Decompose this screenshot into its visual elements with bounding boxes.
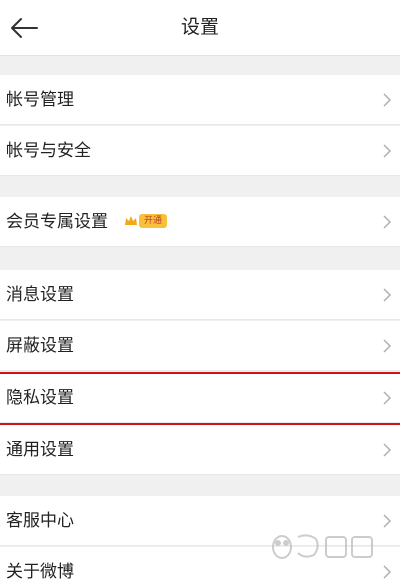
highlight-line-top [0, 372, 400, 374]
chevron-right-icon [383, 144, 392, 158]
message-settings-label: 消息设置 [6, 285, 74, 305]
chevron-right-icon [383, 93, 392, 107]
settings-screen: 设置 帐号管理 帐号与安全 会员专属设置 开通 消息设置 屏蔽设置 隐私设置 通… [0, 0, 400, 582]
about-weibo-label: 关于微博 [6, 562, 74, 582]
block-settings-row[interactable]: 屏蔽设置 [0, 321, 400, 371]
header-bar: 设置 [0, 0, 400, 56]
chevron-right-icon [383, 514, 392, 528]
general-settings-label: 通用设置 [6, 440, 74, 460]
chevron-right-icon [383, 391, 392, 405]
chevron-right-icon [383, 565, 392, 579]
account-security-row[interactable]: 帐号与安全 [0, 126, 400, 176]
vip-settings-row[interactable]: 会员专属设置 开通 [0, 197, 400, 247]
service-center-label: 客服中心 [6, 511, 74, 531]
privacy-settings-label: 隐私设置 [6, 388, 74, 408]
chevron-right-icon [383, 339, 392, 353]
chevron-right-icon [383, 443, 392, 457]
chevron-right-icon [383, 215, 392, 229]
highlight-line-bottom [0, 423, 400, 425]
account-manage-label: 帐号管理 [6, 90, 74, 110]
privacy-settings-row[interactable]: 隐私设置 [0, 373, 400, 423]
crown-icon [125, 216, 137, 225]
vip-badge: 开通 [124, 213, 168, 229]
account-manage-row[interactable]: 帐号管理 [0, 75, 400, 125]
chevron-right-icon [383, 288, 392, 302]
vip-badge-label: 开通 [139, 214, 168, 228]
watermark-logo [272, 534, 373, 559]
general-settings-row[interactable]: 通用设置 [0, 425, 400, 475]
account-security-label: 帐号与安全 [6, 141, 91, 161]
vip-settings-label: 会员专属设置 [6, 212, 108, 232]
page-title: 设置 [180, 16, 219, 38]
block-settings-label: 屏蔽设置 [6, 336, 74, 356]
message-settings-row[interactable]: 消息设置 [0, 270, 400, 320]
